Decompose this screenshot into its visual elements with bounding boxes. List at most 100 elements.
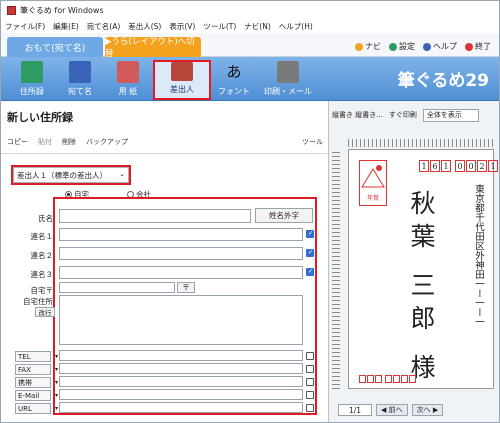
zip-box <box>359 375 366 383</box>
exit-link[interactable]: 終了 <box>465 41 491 52</box>
address-field[interactable] <box>59 295 303 345</box>
mobile-checkbox[interactable] <box>306 378 314 386</box>
menu-address[interactable]: 宛て名(A) <box>87 21 120 32</box>
contact-type-fax[interactable]: FAX ▾ <box>15 364 58 375</box>
ribbon-address-book-button[interactable]: 住所録 <box>9 60 55 100</box>
tel-checkbox[interactable] <box>306 352 314 360</box>
chevron-down-icon: ▾ <box>54 353 58 360</box>
preview-pane: 縦書き 縦書き... すぐ印刷 全体を表示 年賀 1 6 1 0 0 2 1 東… <box>330 101 499 422</box>
navi-link[interactable]: ナビ <box>355 41 381 52</box>
chevron-down-icon: ▾ <box>54 392 58 399</box>
zip-digit: 1 <box>488 160 498 172</box>
zip-digit: 6 <box>430 160 440 172</box>
zip-box <box>385 375 392 383</box>
ribbon-sender-button[interactable]: 差出人 <box>153 60 211 100</box>
zip-field[interactable] <box>59 282 175 293</box>
paper-icon <box>117 61 139 83</box>
zip-box <box>367 375 374 383</box>
tools-button[interactable]: ツール <box>302 137 323 147</box>
joint2-field[interactable] <box>59 247 303 260</box>
zip-lookup-button[interactable]: 〒 <box>177 282 195 293</box>
url-checkbox[interactable] <box>306 404 314 412</box>
joint3-field[interactable] <box>59 266 303 279</box>
stamp-box: 年賀 <box>359 160 387 206</box>
prev-page-button[interactable]: ◀ 前へ <box>376 404 408 416</box>
joint3-checkbox[interactable] <box>306 268 314 276</box>
ribbon-label: フォント <box>218 87 250 96</box>
joint2-checkbox[interactable] <box>306 249 314 257</box>
paste-button[interactable]: 貼付 <box>38 137 52 147</box>
menu-view[interactable]: 表示(V) <box>169 21 195 32</box>
url-field[interactable] <box>59 402 303 413</box>
window-title: 筆ぐるめ for Windows <box>20 5 104 15</box>
tel-field[interactable] <box>59 350 303 361</box>
help-link[interactable]: ヘルプ <box>423 41 457 52</box>
menu-navi[interactable]: ナビ(N) <box>244 21 270 32</box>
address-label: 自宅住所 <box>23 297 53 306</box>
menu-bar: ファイル(F) 編集(E) 宛て名(A) 差出人(S) 表示(V) ツール(T)… <box>1 19 499 33</box>
external-char-button[interactable]: 姓名外字 <box>255 208 313 223</box>
menu-edit[interactable]: 編集(E) <box>53 21 79 32</box>
exit-icon <box>465 42 473 51</box>
ribbon: 住所録 宛て名 用 紙 差出人 あ フォント 印刷・メール 筆ぐるめ29 <box>1 57 499 101</box>
ribbon-label: 用 紙 <box>118 87 138 96</box>
view-select-value: 全体を表示 <box>426 111 462 119</box>
pager: 1/1 ◀ 前へ 次へ ▶ <box>330 401 499 419</box>
name-label: 氏名 <box>38 214 53 223</box>
sender-select[interactable]: 差出人１（標準の差出人） ⌄ <box>13 167 129 183</box>
quick-print-button[interactable]: すぐ印刷 <box>389 110 417 120</box>
zip-box <box>393 375 400 383</box>
chevron-down-icon: ⌄ <box>119 170 125 178</box>
menu-help[interactable]: ヘルプ(H) <box>279 21 313 32</box>
ribbon-addressee-button[interactable]: 宛て名 <box>57 60 103 100</box>
name-field[interactable] <box>59 209 251 223</box>
ribbon-label: 差出人 <box>170 85 194 94</box>
sender-select-value: 差出人１（標準の差出人） <box>17 170 107 180</box>
ribbon-print-mail-button[interactable]: 印刷・メール <box>259 60 317 100</box>
contact-type-tel[interactable]: TEL ▾ <box>15 351 58 362</box>
contact-label: URL <box>18 404 32 413</box>
next-page-button[interactable]: 次へ ▶ <box>411 404 444 416</box>
vertical-writing-button[interactable]: 縦書き 縦書き... <box>332 110 383 120</box>
exit-label: 終了 <box>475 42 491 51</box>
zip-digit: 0 <box>466 160 476 172</box>
front-mode-tab[interactable]: おもて(宛て名) <box>7 37 103 57</box>
chevron-down-icon: ▾ <box>54 379 58 386</box>
email-checkbox[interactable] <box>306 391 314 399</box>
stamp-text: 年賀 <box>366 195 379 202</box>
page-indicator: 1/1 <box>338 404 372 416</box>
page-title: 新しい住所録 <box>7 111 73 124</box>
copy-button[interactable]: コピー <box>7 137 28 147</box>
mobile-field[interactable] <box>59 376 303 387</box>
contact-type-url[interactable]: URL ▾ <box>15 403 58 414</box>
ribbon-paper-button[interactable]: 用 紙 <box>105 60 151 100</box>
joint3-label: 連名３ <box>30 270 54 279</box>
delete-button[interactable]: 削除 <box>62 137 76 147</box>
newline-button[interactable]: 改行 <box>35 307 55 317</box>
title-bar: 筆ぐるめ for Windows <box>1 1 499 19</box>
backup-button[interactable]: バックアップ <box>86 137 128 147</box>
vertical-ruler <box>332 149 340 389</box>
navi-icon <box>355 42 363 51</box>
joint1-checkbox[interactable] <box>306 230 314 238</box>
back-mode-tab[interactable]: ▶うら(レイアウト)へ切替 <box>105 37 201 59</box>
joint1-field[interactable] <box>59 228 303 241</box>
menu-tools[interactable]: ツール(T) <box>203 21 236 32</box>
contact-type-email[interactable]: E-Mail ▾ <box>15 390 58 401</box>
contact-label: E-Mail <box>18 391 40 400</box>
fax-field[interactable] <box>59 363 303 374</box>
contact-type-mobile[interactable]: 携帯 ▾ <box>15 377 58 388</box>
fax-checkbox[interactable] <box>306 365 314 373</box>
ribbon-label: 住所録 <box>20 87 44 96</box>
address-editor-pane: 新しい住所録 コピー 貼付 削除 バックアップ ツール 差出人１（標準の差出人）… <box>1 101 329 422</box>
gear-icon <box>389 42 397 51</box>
joint1-label: 連名１ <box>30 232 54 241</box>
view-select[interactable]: 全体を表示 <box>422 108 479 122</box>
ribbon-font-button[interactable]: あ フォント <box>211 60 257 100</box>
menu-sender[interactable]: 差出人(S) <box>128 21 161 32</box>
settings-link[interactable]: 設定 <box>389 41 415 52</box>
zip-box <box>409 375 416 383</box>
zip-digit: 2 <box>477 160 487 172</box>
email-field[interactable] <box>59 389 303 400</box>
menu-file[interactable]: ファイル(F) <box>5 21 45 32</box>
